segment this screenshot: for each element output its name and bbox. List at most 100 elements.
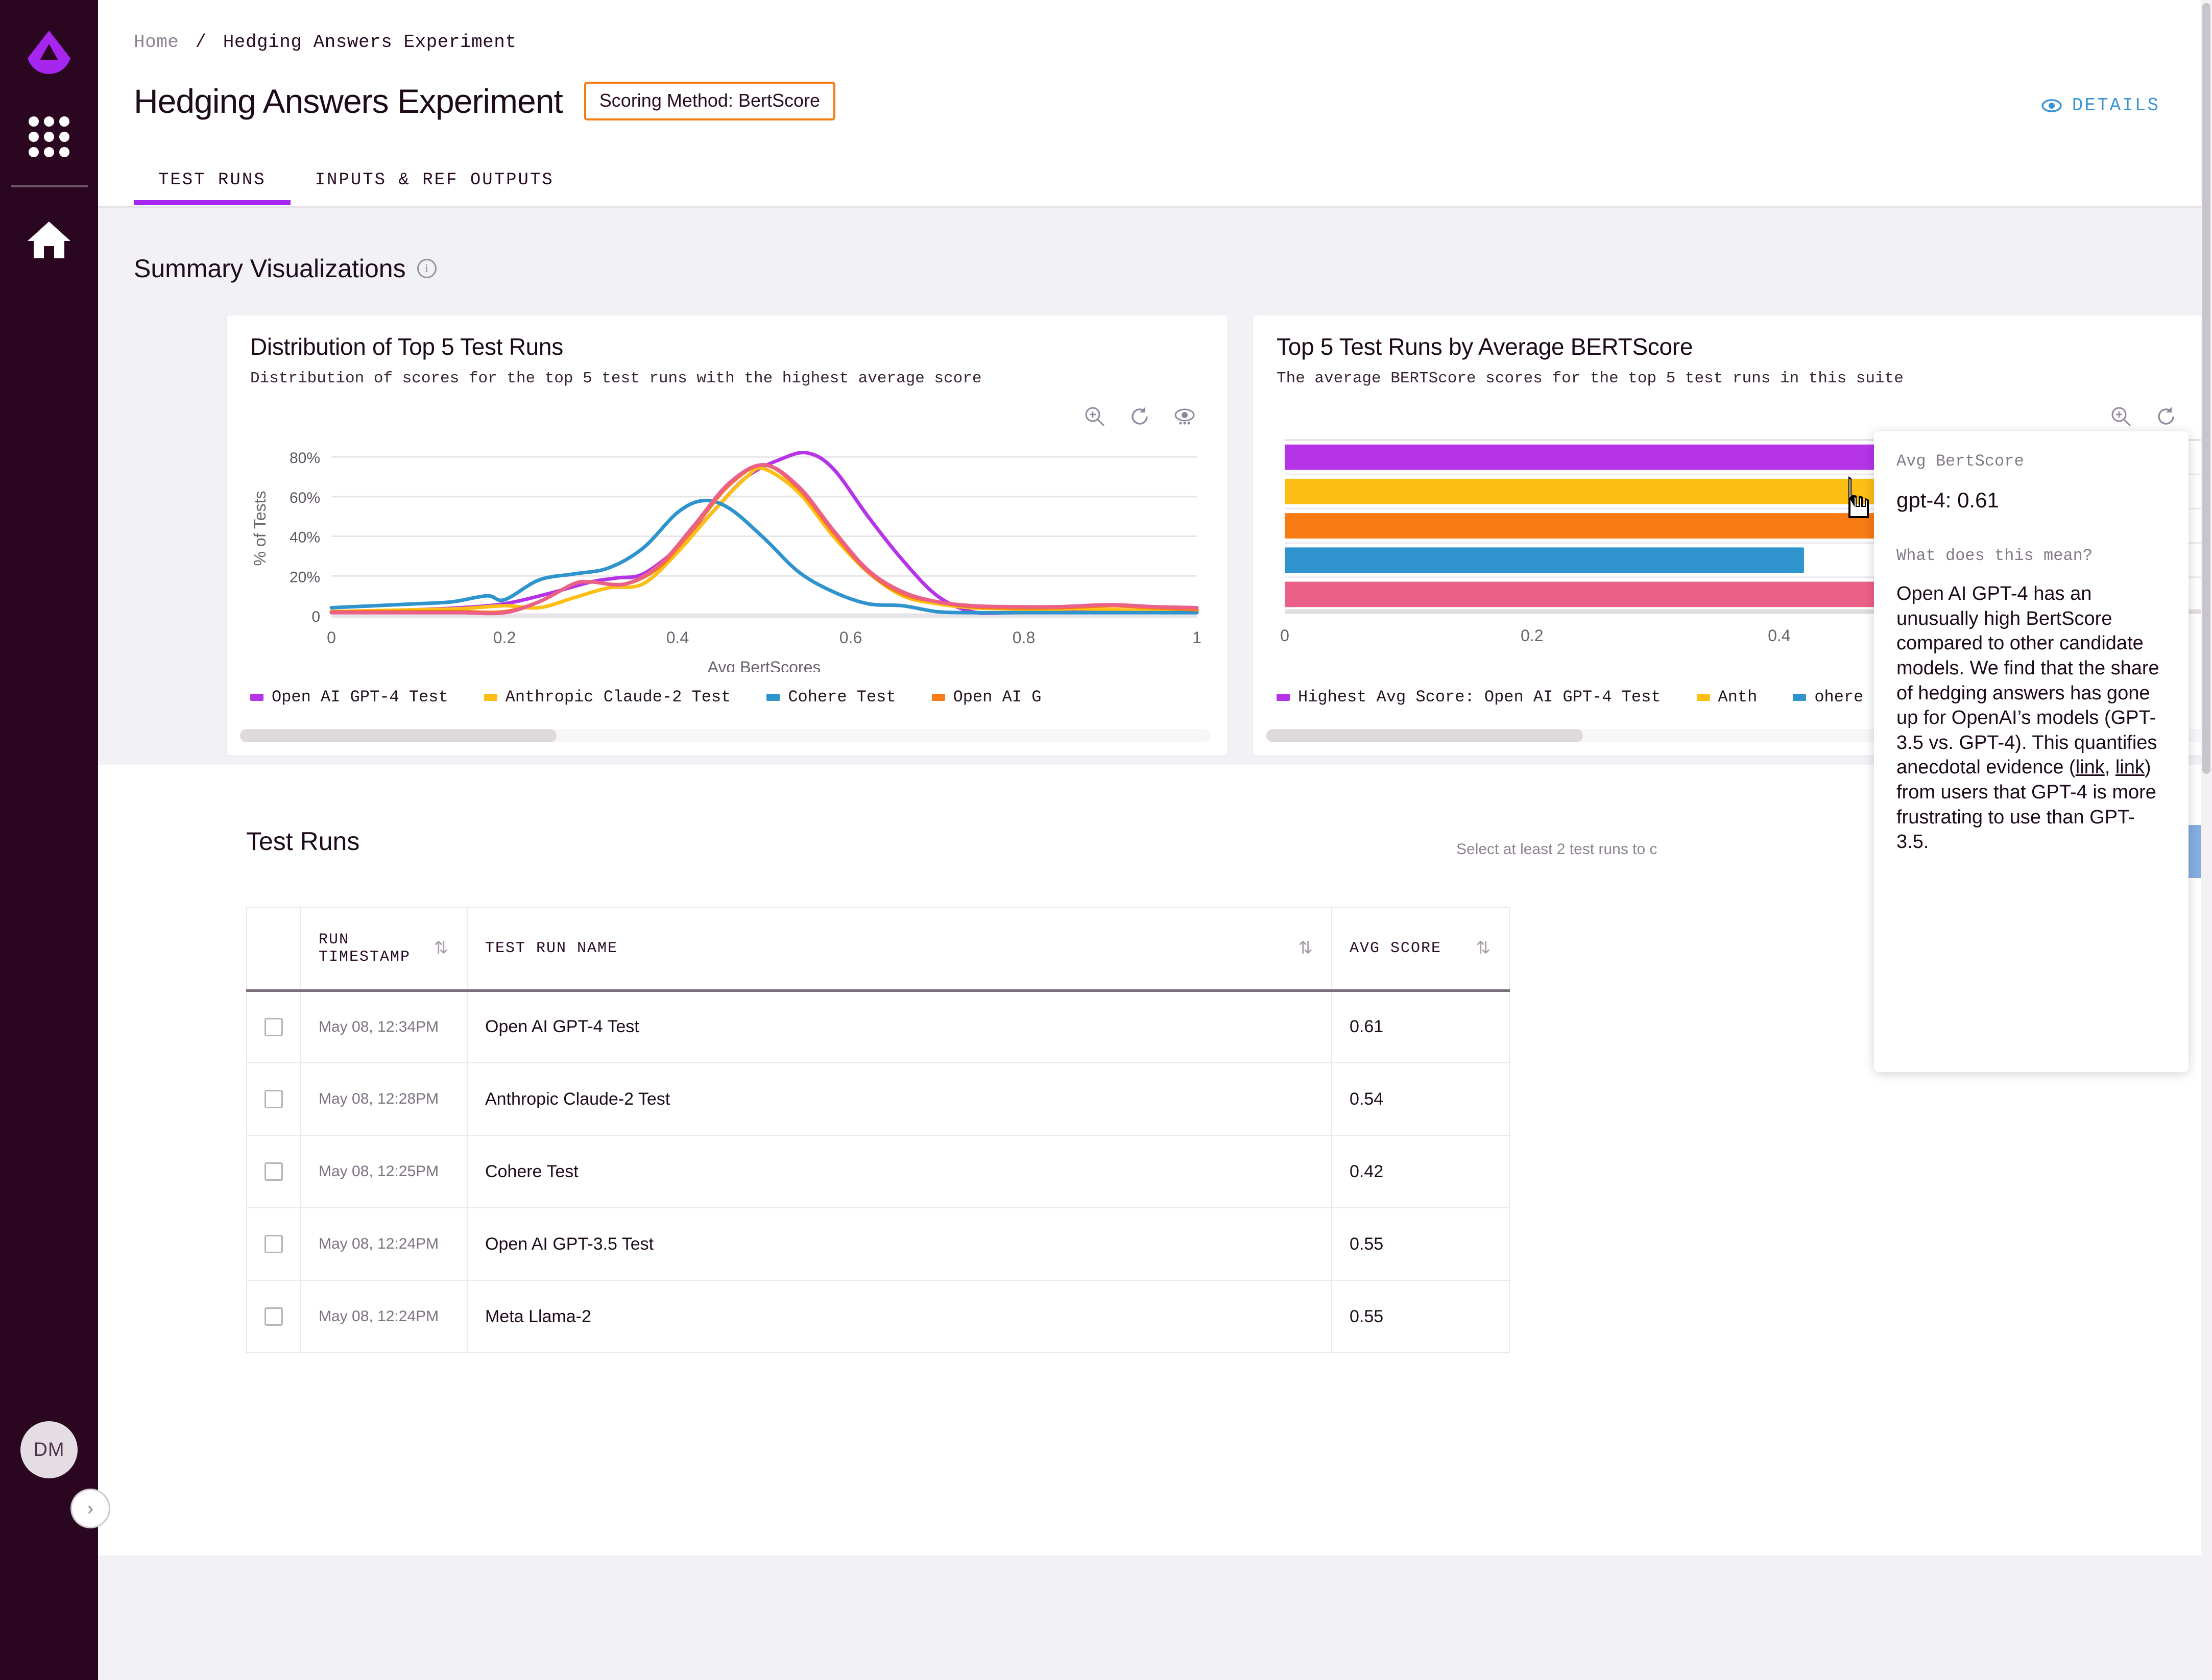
title-row: Hedging Answers Experiment Scoring Metho…: [134, 82, 835, 120]
bar-chart-legend: Highest Avg Score: Open AI GPT-4 Test Ant…: [1277, 688, 1863, 707]
svg-text:0: 0: [1280, 626, 1289, 645]
row-checkbox-cell[interactable]: [247, 990, 301, 1063]
legend-item[interactable]: Anthropic Claude-2 Test: [484, 688, 731, 707]
legend-item[interactable]: Cohere Test: [766, 688, 896, 707]
page-scrollbar[interactable]: [2201, 0, 2212, 1680]
svg-text:0: 0: [327, 628, 336, 647]
summary-heading: Summary Visualizations: [134, 254, 406, 283]
svg-text:0: 0: [311, 608, 320, 625]
page-content: Home / Hedging Answers Experiment Hedgin…: [98, 0, 2212, 1680]
distribution-chart-card: Distribution of Top 5 Test Runs Distribu…: [227, 315, 1228, 756]
legend-swatch: [766, 694, 780, 701]
row-checkbox-cell[interactable]: [247, 1063, 301, 1135]
legend-item[interactable]: Open AI G: [932, 688, 1042, 707]
tooltip-text-sep: ,: [2105, 757, 2115, 778]
column-avg-score[interactable]: AVG SCORE ⇅: [1332, 908, 1509, 990]
row-checkbox[interactable]: [265, 1090, 283, 1108]
sort-icon[interactable]: ⇅: [1476, 938, 1492, 959]
refresh-icon[interactable]: [2155, 405, 2177, 430]
app-logo-icon[interactable]: [27, 30, 71, 81]
legend-swatch: [1793, 694, 1806, 701]
legend-item[interactable]: Anth: [1697, 688, 1758, 707]
table-row[interactable]: May 08, 12:24PMOpen AI GPT-3.5 Test0.55: [247, 1208, 1509, 1280]
tab-test-runs[interactable]: TEST RUNS: [134, 163, 291, 205]
eye-options-icon[interactable]: [1173, 405, 1196, 430]
cell-run-timestamp: May 08, 12:24PM: [301, 1208, 467, 1280]
zoom-in-icon[interactable]: [1084, 405, 1106, 430]
tab-inputs-ref-outputs[interactable]: INPUTS & REF OUTPUTS: [291, 163, 579, 205]
table-row[interactable]: May 08, 12:25PMCohere Test0.42: [247, 1135, 1509, 1208]
cell-avg-score: 0.42: [1332, 1135, 1509, 1208]
distribution-chart-plot[interactable]: 020%40%60%80%00.20.40.60.81Avg BertScore…: [227, 432, 1228, 672]
svg-text:0.4: 0.4: [666, 628, 689, 647]
tab-bar: TEST RUNS INPUTS & REF OUTPUTS: [134, 163, 579, 205]
row-checkbox-cell[interactable]: [247, 1135, 301, 1208]
row-checkbox[interactable]: [265, 1235, 283, 1253]
legend-item[interactable]: Highest Avg Score: Open AI GPT-4 Test: [1277, 688, 1661, 707]
sort-icon[interactable]: ⇅: [434, 938, 450, 959]
svg-text:20%: 20%: [290, 569, 320, 586]
column-select-all[interactable]: [247, 908, 301, 990]
svg-text:60%: 60%: [290, 490, 320, 506]
svg-text:0.8: 0.8: [1013, 628, 1035, 647]
column-run-timestamp[interactable]: RUN TIMESTAMP ⇅: [301, 908, 467, 990]
svg-text:80%: 80%: [290, 450, 320, 467]
tooltip-link-1[interactable]: link: [2076, 757, 2105, 778]
cell-avg-score: 0.54: [1332, 1063, 1509, 1135]
legend-item[interactable]: Open AI GPT-4 Test: [250, 688, 448, 707]
row-checkbox[interactable]: [265, 1018, 283, 1036]
expand-sidebar-button[interactable]: ›: [70, 1489, 110, 1528]
test-runs-table: RUN TIMESTAMP ⇅ TEST RUN NAME ⇅ AVG SCOR…: [246, 907, 1510, 1353]
tooltip-question: What does this mean?: [1896, 546, 2166, 565]
zoom-in-icon[interactable]: [2110, 405, 2132, 430]
legend-item[interactable]: ohere: [1793, 688, 1863, 707]
scoring-method-badge[interactable]: Scoring Method: BertScore: [584, 82, 835, 120]
distribution-chart-title: Distribution of Top 5 Test Runs: [227, 315, 1228, 360]
sort-icon[interactable]: ⇅: [1299, 938, 1314, 959]
left-nav-rail: DM: [0, 0, 98, 1680]
row-checkbox[interactable]: [265, 1162, 283, 1181]
row-checkbox-cell[interactable]: [247, 1208, 301, 1280]
cell-test-run-name: Meta Llama-2: [467, 1280, 1332, 1353]
breadcrumb-separator: /: [196, 32, 207, 53]
horizontal-scrollbar-left[interactable]: [240, 729, 1210, 742]
cell-test-run-name: Open AI GPT-3.5 Test: [467, 1208, 1332, 1280]
cell-run-timestamp: May 08, 12:34PM: [301, 990, 467, 1063]
refresh-icon[interactable]: [1128, 405, 1151, 430]
row-checkbox-cell[interactable]: [247, 1280, 301, 1353]
legend-swatch: [484, 694, 497, 701]
legend-label: Open AI GPT-4 Test: [272, 688, 448, 707]
table-row[interactable]: May 08, 12:34PMOpen AI GPT-4 Test0.61: [247, 990, 1509, 1063]
column-run-timestamp-label: RUN TIMESTAMP: [319, 931, 424, 966]
legend-swatch: [932, 694, 945, 701]
svg-text:40%: 40%: [290, 529, 320, 546]
tooltip-explanation: Open AI GPT-4 has an unusually high Bert…: [1896, 581, 2166, 855]
table-row[interactable]: May 08, 12:24PMMeta Llama-20.55: [247, 1280, 1509, 1353]
info-icon[interactable]: i: [417, 259, 437, 278]
tooltip-metric-label: Avg BertScore: [1896, 452, 2166, 471]
cell-avg-score: 0.55: [1332, 1280, 1509, 1353]
details-label: DETAILS: [2072, 95, 2160, 116]
avatar[interactable]: DM: [20, 1421, 78, 1478]
column-test-run-name[interactable]: TEST RUN NAME ⇅: [467, 908, 1332, 990]
chart-toolbar-left: [1084, 405, 1196, 430]
legend-label: ohere: [1814, 688, 1863, 707]
table-row[interactable]: May 08, 12:28PMAnthropic Claude-2 Test0.…: [247, 1063, 1509, 1135]
apps-grid-icon[interactable]: [29, 116, 69, 157]
distribution-chart-legend: Open AI GPT-4 Test Anthropic Claude-2 Tes…: [250, 688, 1041, 707]
bar-chart-tooltip: Avg BertScore gpt-4: 0.61 What does this…: [1874, 431, 2189, 1072]
cell-run-timestamp: May 08, 12:25PM: [301, 1135, 467, 1208]
page-bottom-strip: [98, 1555, 2212, 1680]
legend-swatch: [1277, 694, 1290, 701]
chart-toolbar-right: [2110, 405, 2212, 430]
svg-text:1: 1: [1192, 628, 1201, 647]
details-button[interactable]: DETAILS: [2041, 95, 2160, 116]
tooltip-text-part1: Open AI GPT-4 has an unusually high Bert…: [1896, 583, 2159, 778]
cell-avg-score: 0.55: [1332, 1208, 1509, 1280]
cell-test-run-name: Anthropic Claude-2 Test: [467, 1063, 1332, 1135]
tooltip-link-2[interactable]: link: [2115, 757, 2145, 778]
row-checkbox[interactable]: [265, 1307, 283, 1326]
page-title: Hedging Answers Experiment: [134, 82, 563, 120]
breadcrumb-home-link[interactable]: Home: [134, 32, 179, 53]
home-icon[interactable]: [27, 220, 71, 260]
